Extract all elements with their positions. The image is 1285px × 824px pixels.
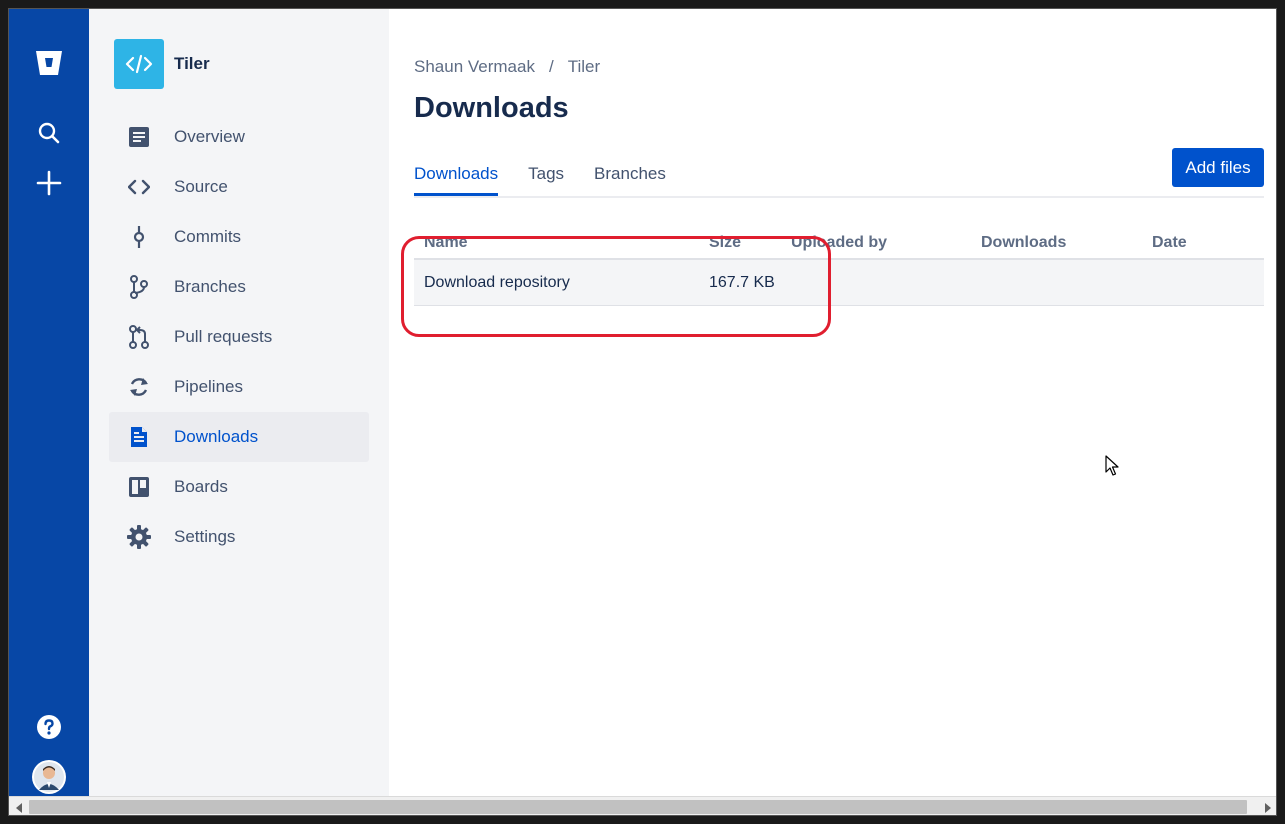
- scroll-left-icon[interactable]: [12, 801, 26, 815]
- settings-icon: [109, 525, 169, 549]
- sidebar-item-overview[interactable]: Overview: [109, 112, 369, 162]
- page-title: Downloads: [414, 92, 569, 124]
- search-icon[interactable]: [29, 113, 69, 153]
- add-files-button[interactable]: Add files: [1172, 148, 1264, 187]
- help-icon[interactable]: [29, 707, 69, 747]
- plus-icon[interactable]: [29, 163, 69, 203]
- table-row[interactable]: Download repository 167.7 KB: [414, 260, 1264, 306]
- column-header-name[interactable]: Name: [414, 234, 709, 252]
- column-header-size[interactable]: Size: [709, 234, 791, 252]
- tab-branches[interactable]: Branches: [594, 164, 666, 196]
- tabs-divider: [414, 196, 1264, 198]
- main-content: Shaun Vermaak / Tiler Downloads Download…: [389, 9, 1276, 796]
- sidebar-item-label: Branches: [174, 277, 246, 296]
- sidebar-item-label: Pipelines: [174, 377, 243, 396]
- bitbucket-logo[interactable]: [29, 43, 69, 83]
- table-header: Name Size Uploaded by Downloads Date: [414, 227, 1264, 260]
- project-avatar[interactable]: [114, 39, 164, 89]
- downloads-table: Name Size Uploaded by Downloads Date Dow…: [414, 227, 1264, 306]
- browser-viewport: Tiler Overview Source Commits Branches P…: [8, 8, 1277, 816]
- tabs: Downloads Tags Branches: [414, 164, 696, 196]
- pipelines-icon: [109, 376, 169, 398]
- sidebar-item-pull-requests[interactable]: Pull requests: [109, 312, 369, 362]
- sidebar-nav: Overview Source Commits Branches Pull re…: [109, 112, 369, 562]
- mouse-cursor-icon: [1105, 455, 1119, 476]
- scrollbar-thumb[interactable]: [29, 800, 1247, 814]
- file-size: 167.7 KB: [709, 273, 775, 291]
- project-name[interactable]: Tiler: [174, 54, 210, 74]
- sidebar-item-boards[interactable]: Boards: [109, 462, 369, 512]
- tab-tags[interactable]: Tags: [528, 164, 564, 196]
- source-icon: [109, 179, 169, 195]
- sidebar-item-label: Pull requests: [174, 327, 273, 346]
- scroll-right-icon[interactable]: [1261, 801, 1275, 815]
- sidebar-item-downloads[interactable]: Downloads: [109, 412, 369, 462]
- global-nav: [9, 9, 89, 796]
- sidebar-item-settings[interactable]: Settings: [109, 512, 369, 562]
- sidebar-item-source[interactable]: Source: [109, 162, 369, 212]
- sidebar-item-branches[interactable]: Branches: [109, 262, 369, 312]
- downloads-icon: [109, 425, 169, 449]
- sidebar-item-label: Source: [174, 177, 228, 196]
- sidebar-item-label: Downloads: [174, 427, 259, 446]
- horizontal-scrollbar[interactable]: [9, 796, 1276, 815]
- sidebar-item-pipelines[interactable]: Pipelines: [109, 362, 369, 412]
- sidebar-item-label: Commits: [174, 227, 242, 246]
- boards-icon: [109, 476, 169, 498]
- download-repository-link[interactable]: Download repository: [414, 274, 709, 292]
- avatar[interactable]: [29, 757, 69, 797]
- sidebar-item-commits[interactable]: Commits: [109, 212, 369, 262]
- branches-icon: [109, 275, 169, 299]
- sidebar-item-label: Overview: [174, 127, 245, 146]
- sidebar-item-label: Boards: [174, 477, 228, 496]
- project-sidebar: Tiler Overview Source Commits Branches P…: [89, 9, 389, 796]
- tab-downloads[interactable]: Downloads: [414, 164, 499, 196]
- breadcrumb: Shaun Vermaak / Tiler: [414, 57, 600, 77]
- breadcrumb-repo[interactable]: Tiler: [568, 57, 600, 77]
- breadcrumb-separator: /: [548, 57, 554, 76]
- breadcrumb-owner[interactable]: Shaun Vermaak: [414, 57, 535, 77]
- code-icon: [125, 54, 153, 74]
- sidebar-item-label: Settings: [174, 527, 236, 546]
- overview-icon: [109, 126, 169, 148]
- pull-requests-icon: [109, 325, 169, 349]
- column-header-uploaded-by[interactable]: Uploaded by: [791, 234, 981, 252]
- column-header-date[interactable]: Date: [1152, 234, 1252, 252]
- column-header-downloads[interactable]: Downloads: [981, 234, 1152, 252]
- commits-icon: [109, 226, 169, 248]
